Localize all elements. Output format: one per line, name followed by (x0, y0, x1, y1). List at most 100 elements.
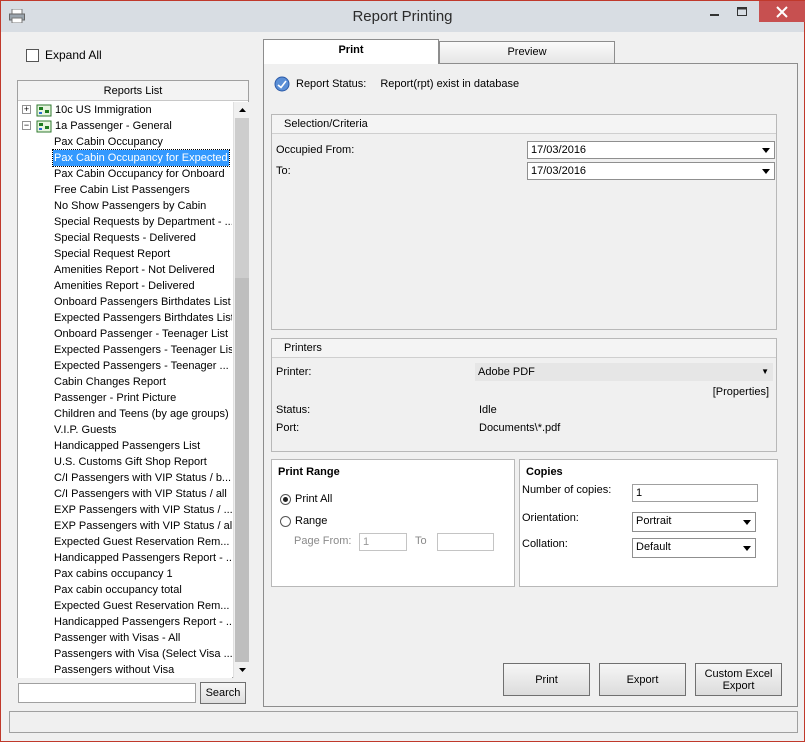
reports-tree[interactable]: +10c US Immigration − 1a Passenger - Gener… (18, 102, 232, 678)
tree-item-label: Handicapped Passengers Report - ... (54, 616, 232, 628)
port-value: Documents\*.pdf (479, 422, 561, 434)
chevron-down-icon (742, 519, 751, 525)
scroll-track[interactable] (235, 278, 249, 662)
tree-item-label: Special Requests - Delivered (54, 232, 196, 244)
tree-item-label: Amenities Report - Not Delivered (54, 264, 215, 276)
client-area: Expand All Reports List +10c US Immigrat… (9, 32, 798, 707)
scroll-down-arrow[interactable] (234, 662, 250, 678)
tree-group-label: 10c US Immigration (55, 104, 152, 116)
report-status-value: Report(rpt) exist in database (380, 78, 520, 90)
tree-item-label: V.I.P. Guests (54, 424, 117, 436)
dropdown-arrow[interactable] (738, 513, 755, 531)
tree-item-label: Passenger - Print Picture (54, 392, 177, 404)
scroll-thumb[interactable] (235, 118, 249, 278)
tree-item-label: Passenger with Visas - All (54, 632, 181, 644)
triangle-up-icon (238, 108, 246, 112)
title-bar[interactable]: Report Printing (1, 1, 805, 32)
orientation-label: Orientation: (522, 512, 579, 524)
print-all-radio[interactable] (280, 494, 291, 505)
tree-item-label: Passengers without Visa (54, 664, 175, 676)
dropdown-arrow[interactable] (757, 163, 774, 179)
report-status: Report Status: Report(rpt) exist in data… (274, 76, 519, 92)
page-from-label: Page From: (294, 535, 352, 547)
minimize-icon (710, 13, 719, 16)
tree-item-label: Cabin Changes Report (54, 376, 166, 388)
tree-item-label: Pax cabins occupancy 1 (54, 568, 173, 580)
collapse-minus-icon[interactable]: − (22, 121, 31, 130)
tree-item-label: Expected Guest Reservation Rem... (54, 536, 230, 548)
print-button[interactable]: Print (503, 663, 590, 696)
number-of-copies-input[interactable]: 1 (632, 484, 758, 502)
scroll-up-arrow[interactable] (234, 102, 250, 118)
search-button[interactable]: Search (200, 682, 246, 704)
maximize-button[interactable] (728, 1, 756, 22)
printer-status-label: Status: (276, 404, 311, 416)
tree-group-label: 1a Passenger - General (55, 120, 172, 132)
close-button[interactable] (759, 1, 805, 22)
info-globe-icon (274, 76, 290, 92)
close-icon (776, 5, 788, 18)
page-to-input[interactable] (437, 533, 494, 551)
page-to-label: To (415, 535, 427, 547)
status-bar (9, 711, 798, 733)
tree-item-label: Handicapped Passengers List (54, 440, 201, 452)
page-from-input[interactable]: 1 (359, 533, 407, 551)
chevron-down-icon: ▼ (761, 367, 769, 376)
tree-item-label: C/I Passengers with VIP Status / b... (54, 472, 232, 484)
orientation-combo[interactable]: Portrait (632, 512, 756, 532)
copies-group: Copies Number of copies: 1 Orientation: … (519, 459, 778, 587)
to-label: To: (276, 165, 291, 177)
search-input[interactable] (18, 683, 196, 703)
tab-print[interactable]: Print (263, 39, 439, 64)
tree-item-label: Amenities Report - Delivered (54, 280, 195, 292)
report-status-label: Report Status: (296, 78, 367, 90)
report-group-icon (36, 120, 52, 133)
export-button[interactable]: Export (599, 663, 686, 696)
tree-item-label: No Show Passengers by Cabin (54, 200, 207, 212)
tree-item-label: Pax Cabin Occupancy for Onboard (54, 168, 225, 180)
occupied-from-combo[interactable]: 17/03/2016 (527, 141, 775, 159)
print-range-title: Print Range (278, 466, 340, 478)
tree-item-label: EXP Passengers with VIP Status / all (54, 520, 232, 532)
minimize-button[interactable] (701, 1, 729, 22)
tree-item-label: Pax Cabin Occupancy for Expected (52, 149, 230, 167)
chevron-down-icon (761, 147, 770, 153)
tree-vertical-scrollbar[interactable] (233, 102, 249, 678)
printer-combo[interactable]: Adobe PDF ▼ (475, 363, 773, 381)
tab-preview[interactable]: Preview (439, 41, 615, 63)
custom-excel-export-button[interactable]: Custom Excel Export (695, 663, 782, 696)
dropdown-arrow[interactable] (738, 539, 755, 557)
tree-item-label: Passengers with Visa (Select Visa ... (54, 648, 232, 660)
collation-value: Default (636, 541, 671, 553)
tree-item-label: Pax Cabin Occupancy (54, 136, 163, 148)
tree-item-label: U.S. Customs Gift Shop Report (54, 456, 207, 468)
tree-item-label: Expected Passengers Birthdates List (54, 312, 232, 324)
collation-combo[interactable]: Default (632, 538, 756, 558)
expand-all-checkbox[interactable]: Expand All (26, 48, 102, 62)
report-group-icon (36, 104, 52, 117)
tree-item-label: Children and Teens (by age groups) (54, 408, 229, 420)
tree-item-label: EXP Passengers with VIP Status / ... (54, 504, 232, 516)
occupied-from-value: 17/03/2016 (531, 144, 587, 156)
dropdown-arrow[interactable] (757, 142, 774, 158)
tree-item-label: Special Requests by Department - ... (54, 216, 232, 228)
occupied-from-label: Occupied From: (276, 144, 355, 156)
orientation-value: Portrait (636, 515, 672, 527)
tree-item-label: Handicapped Passengers Report - ... (54, 552, 232, 564)
tree-item-label: Expected Passengers - Teenager ... (54, 360, 229, 372)
selection-criteria-group: Selection/Criteria Occupied From: 17/03/… (271, 114, 777, 330)
print-all-label: Print All (295, 493, 333, 505)
range-radio[interactable] (280, 516, 291, 527)
expand-plus-icon[interactable]: + (22, 105, 31, 114)
to-combo[interactable]: 17/03/2016 (527, 162, 775, 180)
tree-item-label: Pax cabin occupancy total (54, 584, 182, 596)
number-of-copies-label: Number of copies: (522, 484, 612, 496)
properties-link[interactable]: [Properties] (713, 386, 769, 398)
checkbox-box[interactable] (26, 48, 39, 62)
tree-item-label: Onboard Passengers Birthdates List (54, 296, 231, 308)
reports-list-header: Reports List (18, 81, 248, 101)
maximize-icon (737, 6, 747, 16)
range-label: Range (295, 515, 328, 527)
report-printing-window: Report Printing Expand All Reports List … (0, 0, 805, 742)
export-button-label: Export (626, 673, 659, 686)
